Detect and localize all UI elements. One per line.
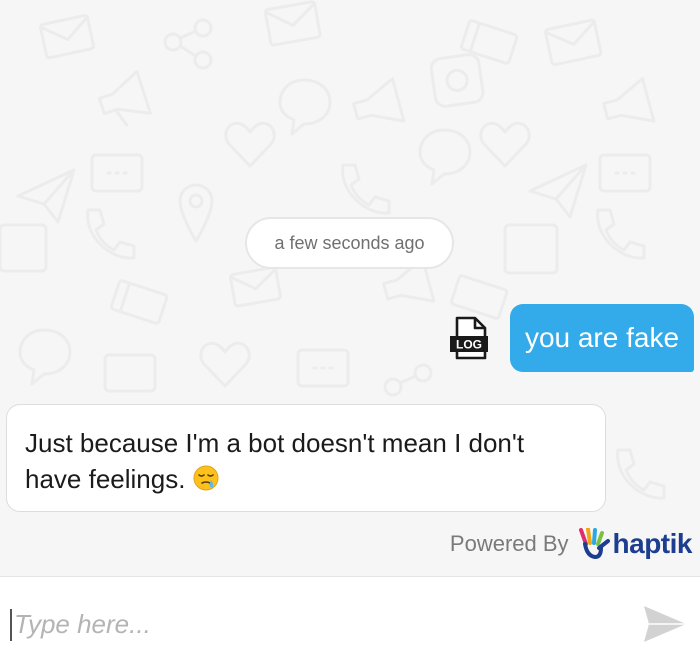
user-message-text: you are fake [524, 322, 680, 353]
message-input[interactable] [14, 601, 614, 647]
haptik-logo[interactable]: haptik [577, 528, 693, 560]
chat-area[interactable]: a few seconds ago LOG you are fake Just … [0, 0, 700, 576]
timestamp-pill: a few seconds ago [245, 217, 454, 269]
send-button[interactable] [640, 602, 690, 646]
log-file-icon[interactable]: LOG [448, 316, 490, 360]
user-message-bubble: you are fake [510, 304, 694, 372]
haptik-wordmark: haptik [612, 528, 693, 559]
bot-message-text: Just because I'm a bot doesn't mean I do… [25, 428, 525, 494]
powered-by-label: Powered By [449, 531, 569, 556]
sleepy-face-icon [193, 465, 219, 491]
message-composer [0, 576, 700, 668]
bot-message-bubble: Just because I'm a bot doesn't mean I do… [6, 404, 606, 512]
powered-by-branding: Powered By haptik [449, 527, 693, 561]
haptik-hand-icon [578, 528, 610, 560]
log-file-label: LOG [456, 338, 482, 352]
text-cursor [10, 609, 12, 641]
send-icon [644, 606, 686, 642]
